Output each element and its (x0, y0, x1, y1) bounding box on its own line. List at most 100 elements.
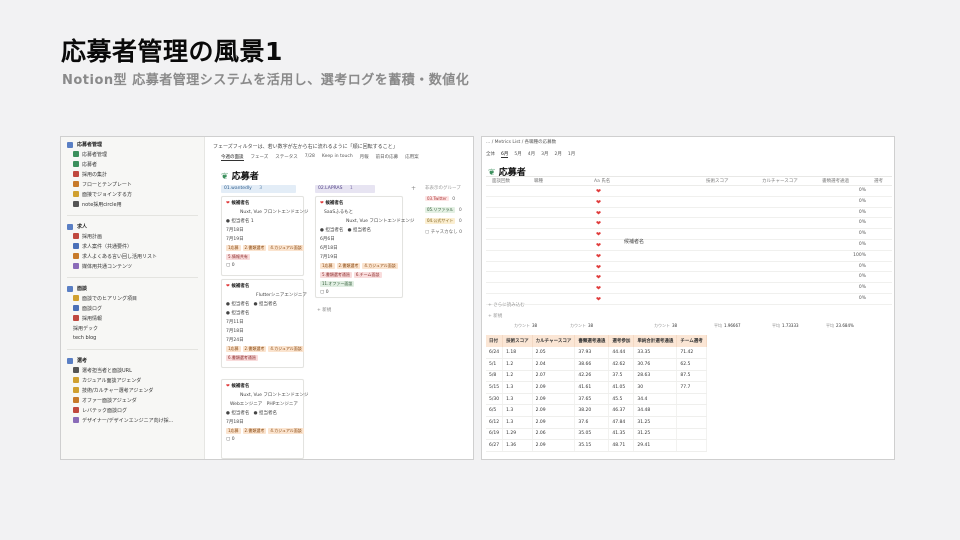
grid-row[interactable]: ❤ 0% (486, 218, 892, 230)
grid-column-header[interactable]: 選考 (874, 178, 883, 184)
sidebar-item[interactable]: フローとテンプレート (61, 179, 204, 189)
sidebar-item[interactable]: 採用情報 (61, 313, 204, 323)
grid-row[interactable]: ❤ 0% (486, 240, 892, 251)
sidebar-item[interactable]: 求人案件（共通要件） (61, 241, 204, 251)
metrics-column-header[interactable]: カルチャースコア (532, 335, 576, 347)
sidebar-item[interactable]: 技術/カルチャー選考アジェンダ (61, 385, 204, 395)
sidebar-item[interactable]: 採用計画 (61, 231, 204, 241)
column-header-lapras[interactable]: 02.LAPRAS 1 (315, 185, 375, 193)
add-column-icon[interactable]: + (411, 185, 416, 192)
month-tab[interactable]: 3月 (541, 151, 548, 158)
square-icon: ▢ (425, 230, 430, 235)
metrics-row[interactable]: 6/24 1.18 2.05 37.93 44.44 33.35 71.42 (486, 347, 707, 360)
candidate-card[interactable]: ❤ 候補者名 Nuxt, Vue フロントエンドエンジ Webエンジニア PHP… (221, 379, 308, 459)
grid-row[interactable]: ❤ 100% (486, 251, 892, 262)
sidebar-item[interactable]: オファー面談アジェンダ (61, 395, 204, 405)
metrics-cell: 46.37 (608, 404, 635, 418)
sidebar-item[interactable]: レバテック面談ログ (61, 405, 204, 415)
metrics-cell: 44.44 (608, 347, 635, 360)
heart-icon: ❤ (596, 241, 602, 249)
sidebar-item[interactable]: 応募者 (61, 159, 204, 169)
metrics-column-header[interactable]: 日付 (486, 335, 504, 347)
metrics-column-header[interactable]: 単純合計選考通過 (633, 335, 678, 347)
metrics-row[interactable]: 5/8 1.2 2.07 42.26 37.5 28.63 87.5 (486, 370, 707, 383)
breadcrumb[interactable]: ... / Metrics List / 各職種の応募数 (486, 139, 556, 145)
metrics-column-header[interactable]: 書類選考通過 (574, 335, 610, 347)
comment-icon: ▢ (226, 437, 231, 442)
grid-column-header[interactable]: カルチャースコア (762, 178, 798, 184)
grid-column-header[interactable]: 技術スコア (706, 178, 729, 184)
grid-row[interactable]: ❤ 0% (486, 186, 892, 197)
metrics-row[interactable]: 6/27 1.36 2.09 35.15 48.71 29.41 (486, 439, 707, 452)
sidebar-item[interactable]: 採用デック (61, 323, 204, 333)
month-tab[interactable]: 2月 (555, 151, 562, 158)
sidebar-item[interactable]: tech blog (61, 333, 204, 343)
metrics-row[interactable]: 6/12 1.3 2.09 37.6 47.84 31.25 (486, 416, 707, 429)
metrics-row[interactable]: 5/15 1.3 2.09 41.61 41.05 30 77.7 (486, 381, 707, 394)
view-tab[interactable]: 応用案 (405, 154, 419, 161)
grid-row[interactable]: ❤ 0% (486, 283, 892, 294)
sidebar-item[interactable]: 面談ログ (61, 303, 204, 313)
metrics-column-header[interactable]: 技術スコア (502, 335, 533, 347)
slide-subtitle: Notion型 応募者管理システムを活用し、選考ログを蓄積・数値化 (62, 73, 470, 88)
sidebar-section-header[interactable]: 求人 (61, 222, 204, 231)
sidebar-item[interactable]: 媒体用共通コンテンツ (61, 261, 204, 271)
view-tab[interactable]: 前日の応募 (376, 154, 399, 161)
sidebar-item[interactable]: 求人よくある言い回し活用リスト (61, 251, 204, 261)
metrics-cell: 30.76 (633, 358, 678, 371)
sidebar-section-header[interactable]: 選考 (61, 356, 204, 365)
candidate-card[interactable]: ❤ 候補者名 Flutterシニアエンジニア ● 担当者名 ● 担当者名 ● 担… (221, 279, 307, 368)
month-tab[interactable]: 6月 (501, 151, 509, 158)
metrics-column-header[interactable]: チーム選考 (676, 335, 707, 347)
sidebar-item[interactable]: 面談でのヒアリング項目 (61, 293, 204, 303)
grid-row[interactable]: ❤ 0% (486, 294, 892, 305)
metrics-row[interactable]: 6/19 1.29 2.06 35.05 41.35 31.25 (486, 428, 707, 441)
sidebar-item[interactable]: 選考担当者と面談URL (61, 365, 204, 375)
view-tab[interactable]: 月報 (360, 154, 369, 161)
sidebar-divider (67, 277, 198, 278)
grid-column-header[interactable]: 職種 (534, 178, 543, 184)
grid-row[interactable]: ❤ 0% (486, 208, 892, 219)
grid-row[interactable]: ❤ 0% (486, 262, 892, 273)
grid-row[interactable]: ❤ 0% (486, 229, 892, 240)
metrics-row[interactable]: 5/1 1.2 2.04 38.66 42.62 30.76 62.5 (486, 358, 707, 371)
metrics-cell: 62.5 (676, 358, 707, 371)
metrics-cell: 41.35 (608, 428, 635, 441)
candidate-card[interactable]: ❤ 候補者名 SaaSふるもと Nuxt, Vue フロントエンドエンジ ● 担… (315, 196, 414, 298)
sidebar-section-header[interactable]: 面談 (61, 284, 204, 293)
sidebar-item[interactable]: カジュアル面談アジェンダ (61, 375, 204, 385)
sidebar-item[interactable]: デザイナー/デザインエンジニア向け採... (61, 415, 204, 425)
view-tab[interactable]: ステータス (275, 154, 298, 161)
view-tab[interactable]: フェーズ (251, 154, 269, 161)
hidden-group[interactable]: 05.リファラル 0 (425, 207, 462, 213)
hidden-group[interactable]: ▢ チャスカなし 0 (425, 229, 462, 235)
grid-row[interactable]: ❤ 0% (486, 272, 892, 284)
new-card-button[interactable]: + 新規 (317, 307, 331, 313)
column-header-wantedly[interactable]: 01.wantedly 3 (221, 185, 296, 193)
load-more-button[interactable]: + さらに読み込む (488, 302, 525, 308)
sidebar-item[interactable]: 面接でジョインする方 (61, 189, 204, 199)
sidebar-section-header[interactable]: 応募者管理 (61, 140, 204, 149)
grid-row[interactable]: ❤ 0% (486, 197, 892, 208)
sidebar-item[interactable]: 応募者管理 (61, 149, 204, 159)
view-tab[interactable]: 7/28 (305, 154, 315, 161)
metrics-row[interactable]: 5/30 1.3 2.09 37.65 45.5 34.4 (486, 393, 707, 406)
new-row-button[interactable]: + 新規 (488, 313, 502, 319)
grid-column-header[interactable]: 書類選考通過 (822, 178, 849, 184)
view-tab[interactable]: 今週の面談 (221, 154, 244, 161)
month-tab[interactable]: 4月 (528, 151, 535, 158)
grid-column-header[interactable]: 面談回数 (492, 178, 510, 184)
sidebar-item[interactable]: 採用の集計 (61, 169, 204, 179)
month-tab[interactable]: 全体 (486, 151, 495, 158)
hidden-group[interactable]: 03.Twitter 0 (425, 196, 462, 202)
view-tab[interactable]: Keep in touch (322, 154, 353, 161)
month-tab[interactable]: 5月 (514, 151, 521, 158)
section-icon (67, 357, 73, 364)
grid-column-header[interactable]: Aa 氏名 (594, 178, 610, 184)
metrics-column-header[interactable]: 選考参加 (608, 335, 635, 347)
candidate-card[interactable]: ❤ 候補者名 Nuxt, Vue フロントエンドエンジ ● 担当者名 1 7月1… (221, 196, 308, 276)
month-tab[interactable]: 1月 (568, 151, 575, 158)
hidden-group[interactable]: 04.公式サイト 0 (425, 218, 462, 224)
sidebar-item[interactable]: note採用circle用 (61, 199, 204, 209)
metrics-row[interactable]: 6/5 1.3 2.09 38.20 46.37 34.48 (486, 404, 707, 418)
